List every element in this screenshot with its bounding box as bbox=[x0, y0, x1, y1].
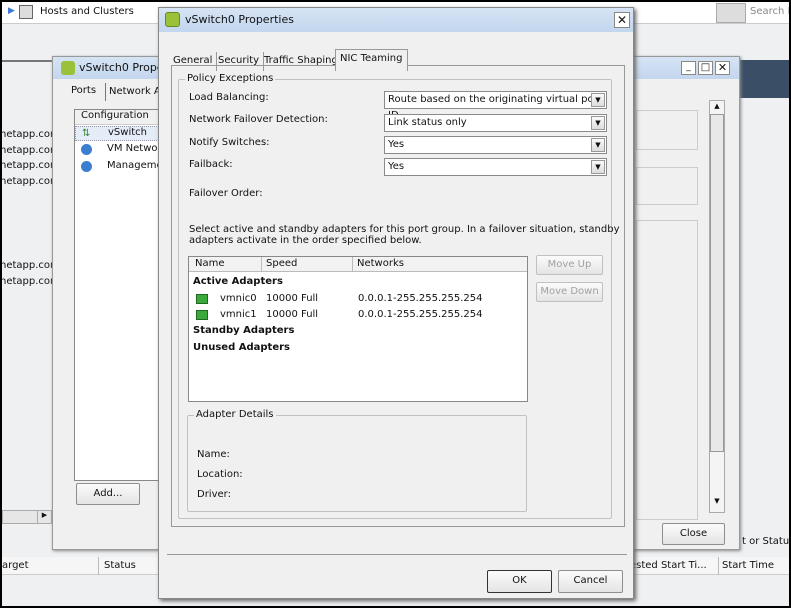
adapter-details-group: Adapter Details Name: Location: Driver: bbox=[187, 409, 527, 512]
divider bbox=[2, 60, 52, 62]
column-name[interactable]: Name bbox=[195, 258, 225, 269]
details-label: Location: bbox=[197, 469, 243, 480]
close-icon[interactable]: ✕ bbox=[614, 12, 630, 28]
move-up-button[interactable]: Move Up bbox=[536, 255, 603, 275]
field-label: Network Failover Detection: bbox=[189, 114, 328, 125]
description-text: Select active and standby adapters for t… bbox=[189, 224, 620, 235]
details-label: Name: bbox=[197, 449, 230, 460]
load-balancing-select[interactable]: Route based on the originating virtual p… bbox=[384, 91, 607, 121]
scroll-right-icon[interactable]: ▶ bbox=[37, 511, 51, 523]
group-box bbox=[636, 220, 698, 520]
standby-adapters-heading: Standby Adapters bbox=[193, 325, 295, 336]
vertical-scrollbar[interactable]: ▲ ▼ bbox=[709, 100, 725, 513]
search-input[interactable]: Search In bbox=[750, 6, 789, 17]
tab-nic-teaming[interactable]: NIC Teaming bbox=[335, 49, 408, 71]
nic-icon bbox=[196, 310, 208, 320]
table-header: Name Speed Networks bbox=[189, 257, 527, 272]
divider bbox=[167, 554, 627, 555]
vswitch-icon bbox=[61, 61, 75, 75]
list-item[interactable]: ⇅ vSwitch bbox=[75, 126, 163, 141]
scrollbar-thumb[interactable] bbox=[710, 114, 724, 452]
list-header[interactable]: Configuration bbox=[75, 110, 163, 125]
group-box bbox=[636, 167, 698, 205]
close-icon[interactable]: ✕ bbox=[715, 61, 730, 75]
expand-arrow-icon[interactable]: ▶ bbox=[8, 6, 15, 16]
search-scope-icon[interactable] bbox=[716, 3, 746, 23]
group-box bbox=[636, 110, 698, 150]
configuration-list: Configuration ⇅ vSwitch VM Network Manage… bbox=[74, 109, 173, 481]
cancel-button[interactable]: Cancel bbox=[558, 570, 623, 593]
dialog-title-bar: vSwitch0 Properties ✕ bbox=[159, 8, 633, 32]
field-label: Failback: bbox=[189, 159, 233, 170]
adapters-table: Name Speed Networks Active Adapters vmni… bbox=[188, 256, 528, 402]
maximize-icon[interactable]: □ bbox=[698, 61, 713, 75]
move-down-button[interactable]: Move Down bbox=[536, 282, 603, 302]
column-status[interactable]: Status bbox=[104, 560, 136, 571]
unused-adapters-heading: Unused Adapters bbox=[193, 342, 290, 353]
network-icon bbox=[81, 144, 92, 155]
notify-switches-select[interactable]: Yes ▼ bbox=[384, 136, 607, 154]
dialog-title: vSwitch0 Properties bbox=[185, 13, 294, 26]
close-button[interactable]: Close bbox=[662, 523, 725, 545]
nic-icon bbox=[196, 294, 208, 304]
network-icon bbox=[81, 161, 92, 172]
details-label: Driver: bbox=[197, 489, 231, 500]
description-text: adapters activate in the order specified… bbox=[189, 235, 422, 246]
column-requested-start[interactable]: ested Start Ti... bbox=[630, 560, 707, 571]
field-label: Notify Switches: bbox=[189, 137, 270, 148]
chevron-down-icon: ▼ bbox=[591, 138, 605, 152]
list-item[interactable]: VM Network bbox=[75, 143, 167, 158]
tab-ports[interactable]: Ports bbox=[71, 85, 96, 96]
list-item[interactable]: Management bbox=[75, 160, 173, 175]
minimize-icon[interactable]: _ bbox=[681, 61, 696, 75]
add-button[interactable]: Add... bbox=[76, 483, 140, 505]
column-start-time[interactable]: Start Time bbox=[722, 560, 774, 571]
group-caption: Policy Exceptions bbox=[185, 73, 276, 84]
field-label: Load Balancing: bbox=[189, 92, 269, 103]
group-caption: Adapter Details bbox=[194, 409, 276, 420]
nav-title: Hosts and Clusters bbox=[40, 6, 134, 17]
column-speed[interactable]: Speed bbox=[266, 258, 297, 269]
side-text: t or Status bbox=[742, 536, 789, 547]
scroll-down-icon[interactable]: ▼ bbox=[711, 497, 723, 509]
chevron-down-icon: ▼ bbox=[591, 93, 605, 107]
column-networks[interactable]: Networks bbox=[357, 258, 404, 269]
screen: ▶ Hosts and Clusters Search In netapp.co… bbox=[2, 2, 789, 606]
vswitch-icon bbox=[165, 12, 180, 27]
chevron-down-icon: ▼ bbox=[591, 116, 605, 130]
failover-detection-select[interactable]: Link status only ▼ bbox=[384, 114, 607, 132]
column-target[interactable]: arget bbox=[2, 560, 28, 571]
chevron-down-icon: ▼ bbox=[591, 160, 605, 174]
ok-button[interactable]: OK bbox=[487, 570, 552, 593]
active-adapters-heading: Active Adapters bbox=[193, 276, 283, 287]
scroll-up-icon[interactable]: ▲ bbox=[711, 102, 723, 114]
table-row[interactable]: vmnic1 10000 Full 0.0.0.1-255.255.255.25… bbox=[189, 308, 527, 323]
nic-teaming-dialog: vSwitch0 Properties ✕ General Security T… bbox=[158, 7, 634, 599]
failback-select[interactable]: Yes ▼ bbox=[384, 158, 607, 176]
dark-band bbox=[740, 60, 789, 98]
horizontal-scrollbar[interactable]: ▶ bbox=[2, 510, 52, 524]
failover-order-label: Failover Order: bbox=[189, 188, 263, 199]
datacenter-icon bbox=[19, 5, 33, 19]
table-row[interactable]: vmnic0 10000 Full 0.0.0.1-255.255.255.25… bbox=[189, 292, 527, 307]
vswitch-icon: ⇅ bbox=[82, 128, 91, 139]
